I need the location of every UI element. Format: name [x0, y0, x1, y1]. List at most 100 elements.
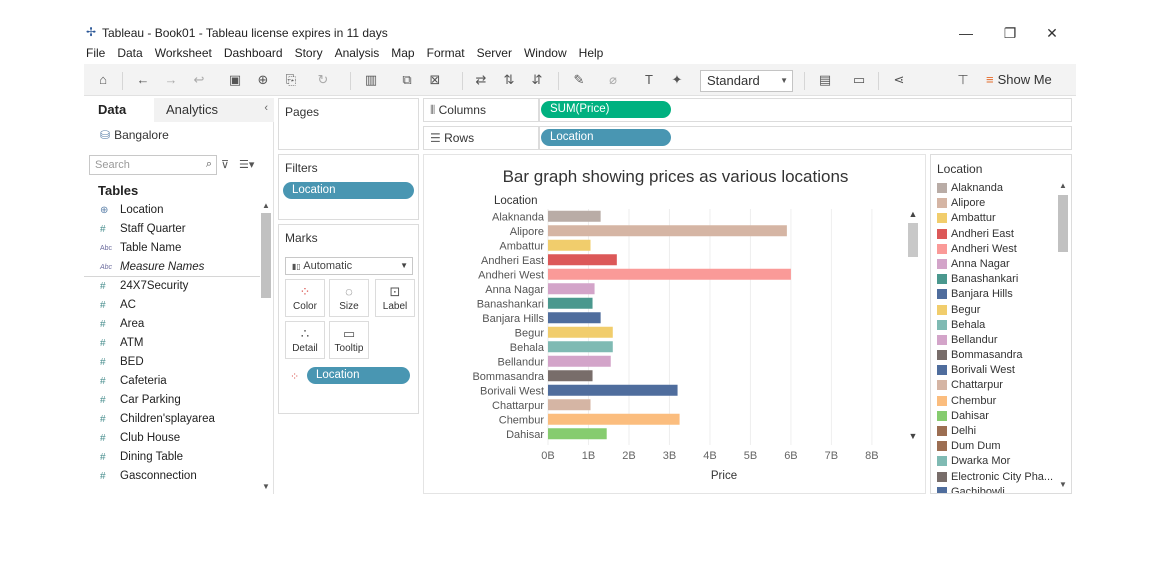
menu-help[interactable]: Help [579, 46, 604, 60]
marks-location-pill[interactable]: Location [307, 367, 410, 384]
menu-window[interactable]: Window [524, 46, 567, 60]
legend-item[interactable]: Dahisar [937, 409, 1055, 424]
legend-item[interactable]: Behala [937, 318, 1055, 333]
menu-format[interactable]: Format [427, 46, 465, 60]
tab-data[interactable]: Data [84, 98, 154, 122]
legend-item[interactable]: Borivali West [937, 363, 1055, 378]
field-item[interactable]: # ATM [84, 334, 260, 353]
view-size-dropdown[interactable]: Standard ▼ [700, 70, 793, 92]
scroll-down-icon[interactable]: ▼ [260, 482, 272, 491]
presentation-icon[interactable]: ▭ [850, 72, 868, 88]
field-item[interactable]: # Car Parking [84, 391, 260, 410]
datasource-item[interactable]: ⛁ Bangalore [100, 128, 169, 142]
refresh-icon[interactable]: ↻ [314, 72, 332, 88]
clear-sheet-icon[interactable]: ⊠ [426, 72, 444, 88]
legend-item[interactable]: Andheri East [937, 227, 1055, 242]
minimize-button[interactable]: — [954, 23, 978, 43]
view-scrollbar[interactable]: ▲ ▼ [906, 209, 920, 441]
show-labels-icon[interactable]: T [640, 72, 658, 88]
menu-worksheet[interactable]: Worksheet [155, 46, 212, 60]
legend-item[interactable]: Andheri West [937, 242, 1055, 257]
search-input[interactable]: Search ⌕ [89, 155, 217, 175]
field-item[interactable]: # Club House [84, 429, 260, 448]
highlight-icon[interactable]: ✎ [570, 72, 588, 88]
pause-updates-icon[interactable]: ⎘ [282, 72, 300, 88]
filter-location-pill[interactable]: Location [283, 182, 414, 199]
group-icon[interactable]: ⌀ [604, 72, 622, 88]
legend-item[interactable]: Bellandur [937, 333, 1055, 348]
field-item[interactable]: ⊕ Location [84, 201, 260, 220]
field-item[interactable]: # Gasconnection [84, 467, 260, 486]
size-button[interactable]: ◌ Size [329, 279, 369, 317]
legend-item[interactable]: Delhi [937, 424, 1055, 439]
field-item[interactable]: Abc Table Name [84, 239, 260, 258]
legend-item[interactable]: Electronic City Pha... [937, 470, 1055, 485]
forward-icon[interactable]: → [162, 72, 180, 88]
sort-descending-icon[interactable]: ⇵ [528, 72, 546, 88]
field-item[interactable]: # Children'splayarea [84, 410, 260, 429]
duplicate-icon[interactable]: ⧉ [398, 72, 416, 88]
field-item[interactable]: Abc Measure Names [84, 258, 260, 277]
new-datasource-icon[interactable]: ⊕ [254, 72, 272, 88]
legend-item[interactable]: Dum Dum [937, 439, 1055, 454]
field-item[interactable]: # Staff Quarter [84, 220, 260, 239]
scrollbar-thumb[interactable] [908, 223, 918, 257]
field-item[interactable]: # AC [84, 296, 260, 315]
swap-rows-columns-icon[interactable]: ⇄ [472, 72, 490, 88]
color-button[interactable]: ⁘ Color [285, 279, 325, 317]
menu-file[interactable]: File [86, 46, 105, 60]
filters-card[interactable]: Filters Location [278, 154, 419, 220]
field-item[interactable]: #24X7Security [84, 277, 260, 296]
presenter-icon[interactable]: ⊤ [954, 72, 972, 88]
scroll-down-icon[interactable]: ▼ [906, 431, 920, 441]
sort-ascending-icon[interactable]: ⇅ [500, 72, 518, 88]
menu-story[interactable]: Story [295, 46, 323, 60]
sum-price-pill[interactable]: SUM(Price) [541, 101, 671, 118]
rows-location-pill[interactable]: Location [541, 129, 671, 146]
show-cards-icon[interactable]: ▤ [816, 72, 834, 88]
home-icon[interactable]: ⌂ [94, 72, 112, 88]
legend-item[interactable]: Dwarka Mor [937, 454, 1055, 469]
new-worksheet-icon[interactable]: ▥ [362, 72, 380, 88]
filter-icon[interactable]: ⊽ [221, 158, 229, 171]
share-icon[interactable]: ⋖ [890, 72, 908, 88]
legend-item[interactable]: Gachibowli [937, 485, 1055, 493]
field-item[interactable]: # BED [84, 353, 260, 372]
mark-type-dropdown[interactable]: ▮▯ Automatic ▼ [285, 257, 413, 275]
legend-item[interactable]: Anna Nagar [937, 257, 1055, 272]
scroll-down-icon[interactable]: ▼ [1057, 480, 1069, 489]
legend-scrollbar[interactable]: ▲ ▼ [1057, 181, 1069, 489]
fix-axes-icon[interactable]: ✦ [668, 72, 686, 88]
field-item[interactable]: # Dining Table [84, 448, 260, 467]
legend-item[interactable]: Banashankari [937, 272, 1055, 287]
menu-analysis[interactable]: Analysis [335, 46, 380, 60]
legend-item[interactable]: Chembur [937, 394, 1055, 409]
legend-item[interactable]: Bommasandra [937, 348, 1055, 363]
field-list-scrollbar[interactable]: ▲ ▼ [260, 201, 272, 491]
legend-item[interactable]: Ambattur [937, 211, 1055, 226]
scroll-up-icon[interactable]: ▲ [260, 201, 272, 210]
scroll-up-icon[interactable]: ▲ [1057, 181, 1069, 190]
menu-server[interactable]: Server [477, 46, 512, 60]
list-view-icon[interactable]: ☰▾ [239, 158, 254, 171]
tab-analytics[interactable]: Analytics ‹ [154, 98, 274, 122]
pages-card[interactable]: Pages [278, 98, 419, 150]
legend-item[interactable]: Alipore [937, 196, 1055, 211]
save-icon[interactable]: ▣ [226, 72, 244, 88]
rows-shelf[interactable]: Location [539, 126, 1072, 150]
menu-dashboard[interactable]: Dashboard [224, 46, 283, 60]
legend-item[interactable]: Alaknanda [937, 181, 1055, 196]
close-button[interactable]: ✕ [1040, 23, 1064, 43]
show-me-button[interactable]: ≡ Show Me [986, 72, 1052, 87]
columns-shelf[interactable]: SUM(Price) [539, 98, 1072, 122]
field-item[interactable]: # Cafeteria [84, 372, 260, 391]
restore-button[interactable]: ❐ [998, 23, 1022, 43]
label-button[interactable]: ⊡ Label [375, 279, 415, 317]
collapse-pane-icon[interactable]: ‹ [264, 102, 268, 114]
scroll-up-icon[interactable]: ▲ [906, 209, 920, 219]
scrollbar-thumb[interactable] [261, 213, 271, 298]
menu-data[interactable]: Data [117, 46, 142, 60]
back-icon[interactable]: ← [134, 72, 152, 88]
detail-button[interactable]: ∴ Detail [285, 321, 325, 359]
legend-item[interactable]: Begur [937, 303, 1055, 318]
